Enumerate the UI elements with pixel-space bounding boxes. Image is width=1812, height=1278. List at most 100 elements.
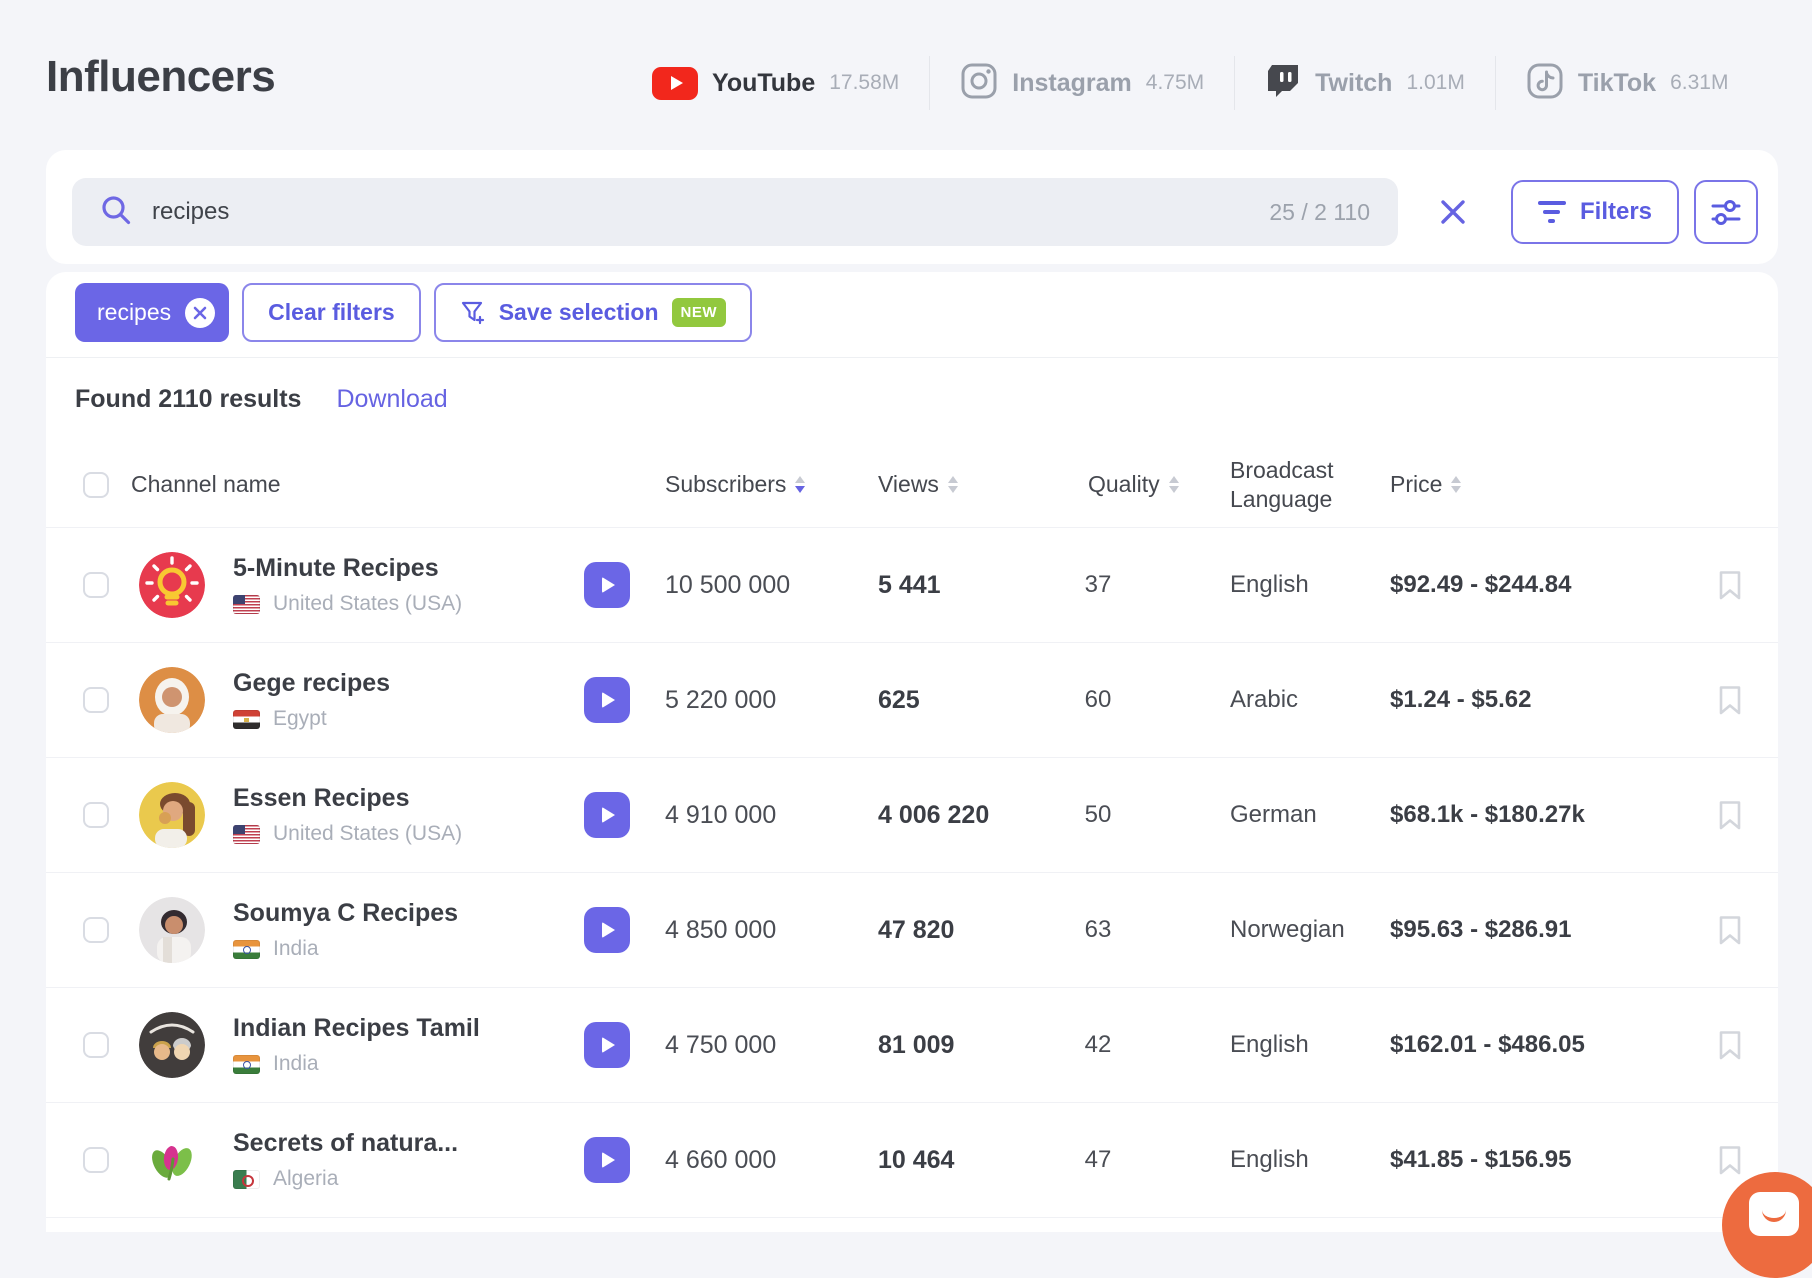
download-link[interactable]: Download	[336, 385, 447, 414]
row-checkbox[interactable]	[83, 1147, 109, 1173]
search-settings-button[interactable]	[1694, 180, 1758, 244]
play-icon	[602, 807, 615, 823]
channel-avatar	[139, 667, 205, 733]
platform-count: 1.01M	[1406, 71, 1465, 94]
platform-tab-tiktok[interactable]: TikTok 6.31M	[1496, 62, 1759, 105]
views-value: 5 441	[878, 570, 941, 599]
price-value: $162.01 - $486.05	[1390, 1031, 1585, 1058]
table-row[interactable]: 5-Minute Recipes United States (USA) 10 …	[46, 528, 1778, 643]
quality-value: 47	[1084, 1146, 1112, 1173]
youtube-play-button[interactable]	[584, 907, 630, 953]
youtube-icon	[652, 66, 698, 100]
bookmark-button[interactable]	[1717, 873, 1743, 987]
platform-nav: YouTube 17.58M Instagram 4.75M Twitch 1.…	[622, 46, 1758, 120]
table-row[interactable]: Secrets of natura... Algeria 4 660 000 1…	[46, 1103, 1778, 1218]
table-row[interactable]: Indian Recipes Tamil India 4 750 000 81 …	[46, 988, 1778, 1103]
bookmark-icon	[1719, 1145, 1741, 1174]
tiktok-icon	[1526, 62, 1564, 105]
table-header: Channel name Subscribers Views Quality B…	[46, 442, 1778, 528]
funnel-plus-icon	[461, 301, 484, 324]
new-badge: NEW	[671, 298, 727, 327]
play-icon	[602, 692, 615, 708]
column-header-subscribers[interactable]: Subscribers	[665, 442, 806, 527]
subscribers-value: 4 850 000	[665, 915, 777, 944]
table-row[interactable]: Soumya C Recipes India 4 850 000 47 820 …	[46, 873, 1778, 988]
youtube-play-button[interactable]	[584, 792, 630, 838]
country-name: United States (USA)	[273, 822, 463, 845]
filters-button-label: Filters	[1579, 198, 1653, 225]
sort-icon	[947, 476, 958, 493]
bookmark-button[interactable]	[1717, 643, 1743, 757]
clear-search-button[interactable]	[1421, 180, 1485, 244]
price-value: $68.1k - $180.27k	[1390, 801, 1585, 828]
views-value: 81 009	[878, 1030, 955, 1059]
channel-name: Soumya C Recipes	[233, 899, 459, 927]
price-value: $92.49 - $244.84	[1390, 571, 1572, 598]
row-checkbox[interactable]	[83, 572, 109, 598]
sort-icon	[1451, 476, 1462, 493]
column-label: Broadcast Language	[1230, 456, 1334, 512]
filters-button[interactable]: Filters	[1511, 180, 1679, 244]
platform-tab-youtube[interactable]: YouTube 17.58M	[622, 66, 929, 100]
bookmark-button[interactable]	[1717, 988, 1743, 1102]
column-header-price[interactable]: Price	[1390, 442, 1462, 527]
sort-icon	[795, 476, 806, 493]
youtube-play-button[interactable]	[584, 1137, 630, 1183]
search-bar: 25 / 2 110	[72, 178, 1398, 246]
youtube-play-button[interactable]	[584, 562, 630, 608]
row-checkbox[interactable]	[83, 687, 109, 713]
search-input[interactable]	[152, 198, 1250, 226]
clear-filters-button[interactable]: Clear filters	[242, 283, 421, 342]
youtube-play-button[interactable]	[584, 677, 630, 723]
filter-chip-recipes[interactable]: recipes	[75, 283, 230, 342]
youtube-play-button[interactable]	[584, 1022, 630, 1068]
row-checkbox[interactable]	[83, 1032, 109, 1058]
platform-count: 6.31M	[1670, 71, 1729, 94]
remove-chip-button[interactable]	[185, 297, 216, 328]
quality-value: 63	[1084, 916, 1112, 943]
twitch-icon	[1265, 62, 1301, 105]
platform-tab-twitch[interactable]: Twitch 1.01M	[1235, 62, 1495, 105]
page-title: Influencers	[46, 52, 276, 101]
chat-widget-button[interactable]	[1722, 1172, 1812, 1278]
views-value: 4 006 220	[878, 800, 990, 829]
views-value: 47 820	[878, 915, 955, 944]
platform-count: 17.58M	[829, 71, 900, 94]
table-row[interactable]: Essen Recipes United States (USA) 4 910 …	[46, 758, 1778, 873]
country-name: Algeria	[273, 1167, 339, 1190]
platform-tab-instagram[interactable]: Instagram 4.75M	[930, 62, 1234, 105]
bookmark-icon	[1719, 915, 1741, 944]
search-result-counter: 25 / 2 110	[1269, 198, 1370, 225]
table-row[interactable]: Gege recipes Egypt 5 220 000 625 60 Arab…	[46, 643, 1778, 758]
search-card: 25 / 2 110 Filters	[46, 150, 1778, 264]
select-all-checkbox[interactable]	[83, 471, 109, 498]
country-name: India	[273, 1052, 319, 1075]
quality-value: 60	[1084, 686, 1112, 713]
channel-avatar	[139, 1127, 205, 1193]
row-checkbox[interactable]	[83, 917, 109, 943]
clear-filters-label: Clear filters	[268, 299, 395, 325]
channel-name: 5-Minute Recipes	[233, 554, 439, 582]
subscribers-value: 4 910 000	[665, 800, 777, 829]
chat-icon	[1749, 1192, 1799, 1236]
column-label: Quality	[1088, 471, 1160, 497]
channel-name: Gege recipes	[233, 669, 391, 697]
table-body: 5-Minute Recipes United States (USA) 10 …	[46, 528, 1778, 1232]
save-selection-button[interactable]: Save selection NEW	[433, 283, 753, 342]
views-value: 625	[878, 685, 920, 714]
bookmark-button[interactable]	[1717, 758, 1743, 872]
column-header-quality[interactable]: Quality	[1088, 442, 1179, 527]
filter-icon	[1537, 201, 1566, 223]
active-filters-row: recipes Clear filters Save selection NEW	[75, 283, 753, 342]
row-checkbox[interactable]	[83, 802, 109, 828]
play-icon	[602, 1037, 615, 1053]
channel-avatar	[139, 782, 205, 848]
quality-value: 37	[1084, 571, 1112, 598]
channel-avatar	[139, 1012, 205, 1078]
save-selection-label: Save selection	[498, 299, 659, 325]
subscribers-value: 4 750 000	[665, 1030, 777, 1059]
bookmark-button[interactable]	[1717, 528, 1743, 642]
close-icon	[193, 306, 207, 319]
country-name: Egypt	[273, 707, 327, 730]
column-header-views[interactable]: Views	[878, 442, 958, 527]
